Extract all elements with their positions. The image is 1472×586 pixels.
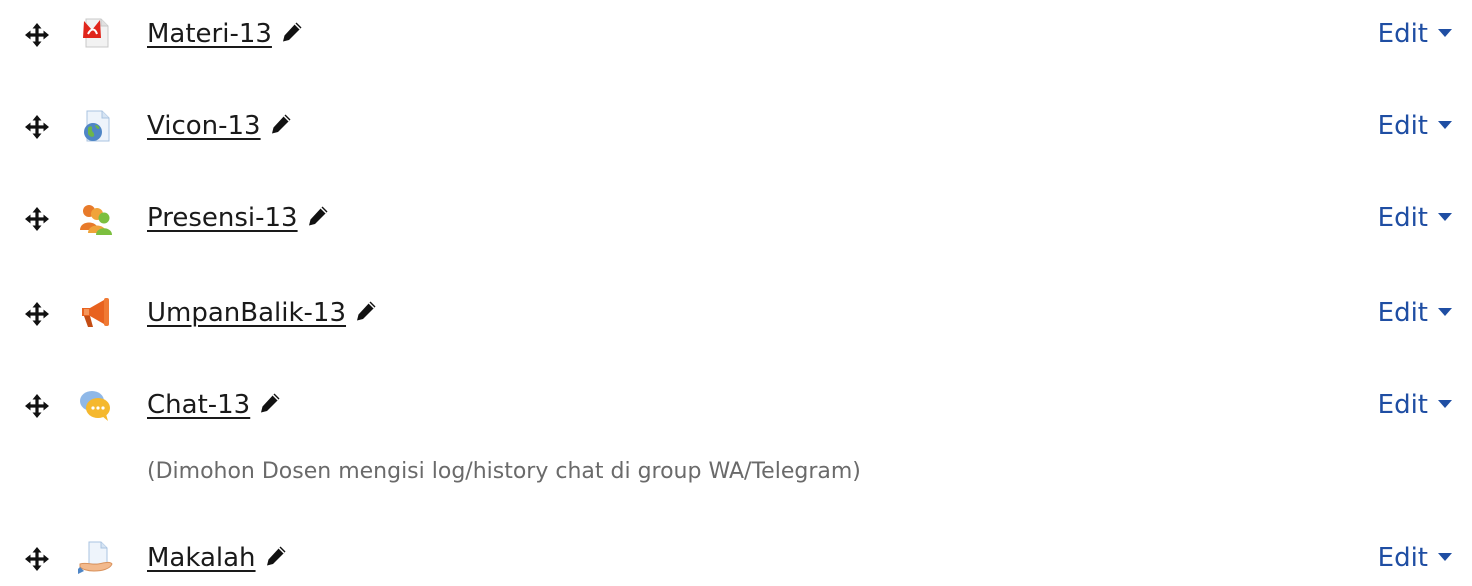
activity-row-vicon: Vicon-13 Edit xyxy=(0,98,1472,154)
edit-menu-button[interactable]: Edit xyxy=(1378,389,1452,421)
edit-menu-button[interactable]: Edit xyxy=(1378,110,1452,142)
edit-menu-button[interactable]: Edit xyxy=(1378,542,1452,574)
edit-label: Edit xyxy=(1377,111,1428,141)
edit-label: Edit xyxy=(1377,543,1428,573)
move-icon[interactable] xyxy=(24,22,50,48)
pencil-icon[interactable] xyxy=(354,299,378,323)
edit-menu-button[interactable]: Edit xyxy=(1378,202,1452,234)
feedback-megaphone-icon xyxy=(78,295,114,331)
activity-name: UmpanBalik-13 xyxy=(147,298,347,328)
caret-down-icon xyxy=(1438,307,1452,317)
activity-link[interactable]: Presensi-13 xyxy=(147,202,330,234)
activity-name: Vicon-13 xyxy=(147,111,261,141)
pencil-icon[interactable] xyxy=(264,544,288,568)
caret-down-icon xyxy=(1438,399,1452,409)
activity-link[interactable]: UmpanBalik-13 xyxy=(147,297,378,329)
activity-link[interactable]: Makalah xyxy=(147,542,288,574)
edit-label: Edit xyxy=(1377,19,1428,49)
edit-label: Edit xyxy=(1377,390,1428,420)
activity-row-presensi: Presensi-13 Edit xyxy=(0,190,1472,246)
activity-name: Makalah xyxy=(147,543,256,573)
move-icon[interactable] xyxy=(24,206,50,232)
activity-name: Chat-13 xyxy=(147,390,251,420)
pdf-icon xyxy=(78,16,114,52)
activity-row-chat: Chat-13 Edit xyxy=(0,377,1472,433)
activity-link[interactable]: Vicon-13 xyxy=(147,110,293,142)
pencil-icon[interactable] xyxy=(306,204,330,228)
edit-label: Edit xyxy=(1377,298,1428,328)
activity-row-umpanbalik: UmpanBalik-13 Edit xyxy=(0,285,1472,341)
move-icon[interactable] xyxy=(24,546,50,572)
edit-label: Edit xyxy=(1377,203,1428,233)
url-globe-icon xyxy=(78,108,114,144)
caret-down-icon xyxy=(1438,120,1452,130)
activity-name: Presensi-13 xyxy=(147,203,298,233)
chat-bubble-icon xyxy=(78,387,114,423)
activity-link[interactable]: Materi-13 xyxy=(147,18,304,50)
activity-row-materi: Materi-13 Edit xyxy=(0,6,1472,62)
pencil-icon[interactable] xyxy=(269,112,293,136)
activity-name: Materi-13 xyxy=(147,19,272,49)
assignment-hand-icon xyxy=(78,540,114,576)
caret-down-icon xyxy=(1438,28,1452,38)
activity-link[interactable]: Chat-13 xyxy=(147,389,282,421)
move-icon[interactable] xyxy=(24,114,50,140)
attendance-people-icon xyxy=(78,200,114,236)
edit-menu-button[interactable]: Edit xyxy=(1378,18,1452,50)
activity-row-makalah: Makalah Edit xyxy=(0,530,1472,586)
pencil-icon[interactable] xyxy=(258,391,282,415)
caret-down-icon xyxy=(1438,212,1452,222)
move-icon[interactable] xyxy=(24,393,50,419)
pencil-icon[interactable] xyxy=(280,20,304,44)
caret-down-icon xyxy=(1438,552,1452,562)
edit-menu-button[interactable]: Edit xyxy=(1378,297,1452,329)
move-icon[interactable] xyxy=(24,301,50,327)
activity-description: (Dimohon Dosen mengisi log/history chat … xyxy=(147,459,861,484)
